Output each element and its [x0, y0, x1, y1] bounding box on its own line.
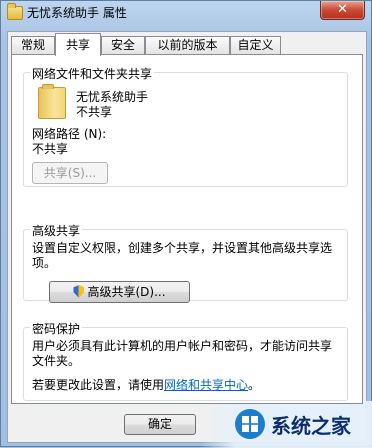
share-button[interactable]: 共享(S)...: [32, 162, 108, 184]
close-button[interactable]: ✕: [320, 1, 365, 20]
title-bar[interactable]: 无忧系统助手 属性 ✕: [1, 1, 371, 27]
advanced-sharing-group: 高级共享 设置自定义权限，创建多个共享，并设置其他高级共享选项。 高级共享(D)…: [23, 222, 348, 303]
tab-general[interactable]: 常规: [11, 36, 55, 54]
folder-icon: [38, 84, 66, 119]
change-setting-text: 若要更改此设置，请使用网络和共享中心。: [32, 376, 260, 393]
advanced-sharing-description: 设置自定义权限，创建多个共享，并设置其他高级共享选项。: [32, 241, 333, 270]
watermark-text: 系统之家: [271, 414, 351, 438]
advanced-sharing-button[interactable]: 高级共享(D)...: [49, 281, 190, 303]
advanced-sharing-button-label: 高级共享(D)...: [87, 285, 166, 299]
password-protection-title: 密码保护: [30, 320, 83, 337]
password-description: 用户必须具有此计算机的用户帐户和密码，才能访问共享文件夹。: [32, 339, 333, 368]
tab-customize[interactable]: 自定义: [230, 36, 281, 54]
network-sharing-group: 网络文件和文件夹共享 无忧系统助手 不共享 网络路径 (N): 不共享 共享(S…: [23, 65, 348, 187]
dialog-client: 常规 共享 安全 以前的版本 自定义 网络文件和文件夹共享 无忧系统助手 不共享…: [7, 31, 367, 443]
window-title: 无忧系统助手 属性: [27, 6, 127, 20]
advanced-sharing-title: 高级共享: [30, 222, 83, 239]
folder-share-status: 不共享: [76, 105, 113, 119]
tab-sharing[interactable]: 共享: [55, 33, 101, 56]
uac-shield-icon: [73, 285, 85, 298]
password-protection-group: 密码保护 用户必须具有此计算机的用户帐户和密码，才能访问共享文件夹。 若要更改此…: [23, 320, 348, 401]
network-sharing-title: 网络文件和文件夹共享: [30, 65, 155, 82]
properties-window: 无忧系统助手 属性 ✕ 常规 共享 安全 以前的版本 自定义 网络文件和文件夹共…: [0, 0, 372, 448]
network-sharing-center-link[interactable]: 网络和共享中心: [164, 378, 248, 392]
ok-button[interactable]: 确定: [124, 414, 196, 435]
tab-strip: 常规 共享 安全 以前的版本 自定义: [8, 33, 366, 56]
change-setting-prefix: 若要更改此设置，请使用: [32, 378, 165, 392]
watermark-logo-icon: [235, 409, 265, 439]
change-setting-suffix: 。: [248, 378, 261, 392]
tab-previous-versions[interactable]: 以前的版本: [145, 36, 230, 54]
sharing-panel: 网络文件和文件夹共享 无忧系统助手 不共享 网络路径 (N): 不共享 共享(S…: [11, 54, 363, 404]
network-path-value[interactable]: 不共享: [32, 140, 68, 157]
tab-security[interactable]: 安全: [101, 36, 145, 54]
folder-icon: [7, 3, 23, 20]
watermark: 系统之家: [201, 401, 372, 448]
